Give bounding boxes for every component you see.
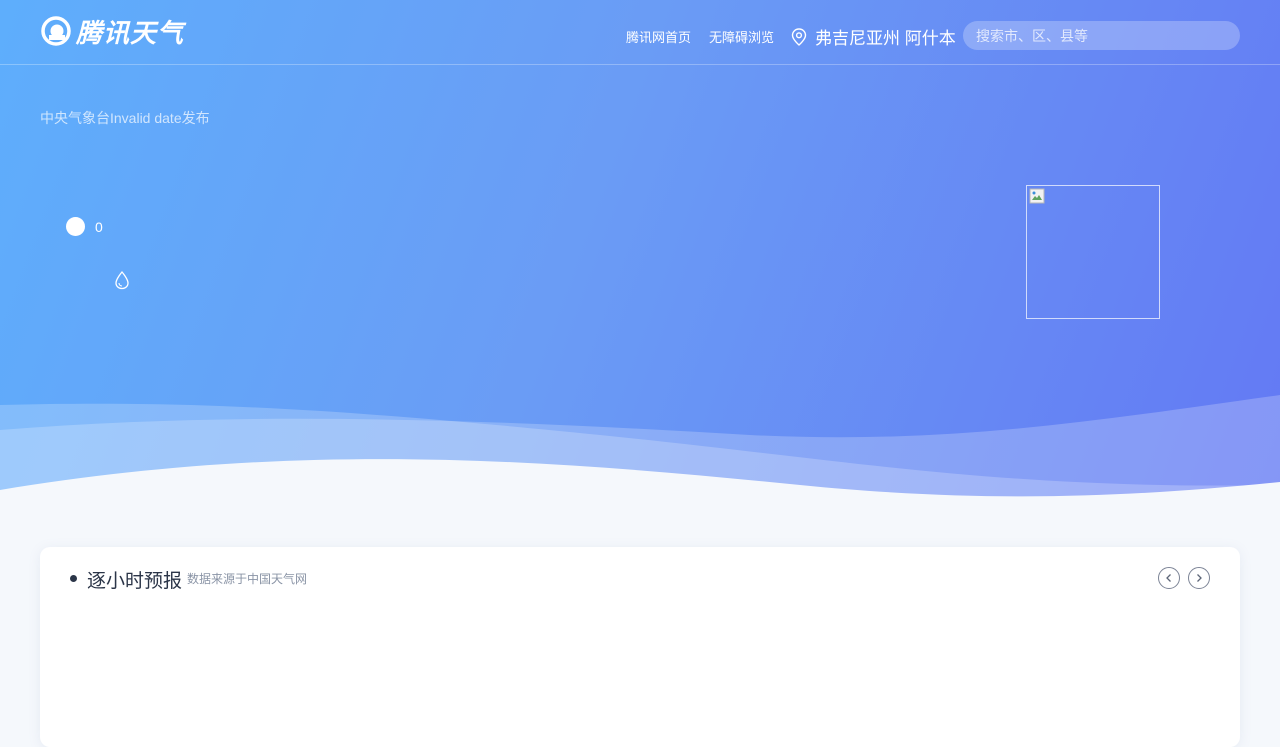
city-search-input[interactable] [963, 21, 1240, 50]
location-name: 弗吉尼亚州 阿什本 [815, 29, 956, 48]
section-bullet [70, 575, 77, 582]
scroll-left-button[interactable] [1158, 567, 1180, 589]
broken-image-icon [1029, 188, 1045, 204]
nav-link-tencent-home[interactable]: 腾讯网首页 [626, 27, 691, 46]
location-selector[interactable]: 弗吉尼亚州 阿什本 [791, 24, 956, 49]
chevron-right-icon [1197, 574, 1202, 582]
current-temperature: 0 [95, 218, 103, 235]
nav-link-accessibility[interactable]: 无障碍浏览 [709, 27, 774, 46]
publish-info: 中央气象台Invalid date发布 [40, 110, 210, 126]
hourly-forecast-title: 逐小时预报 [87, 571, 183, 592]
current-temperature-row: 0 [66, 217, 103, 236]
scroll-right-button[interactable] [1188, 567, 1210, 589]
weather-condition-image [1026, 185, 1160, 319]
chevron-left-icon [1166, 574, 1171, 582]
logo-icon [41, 16, 71, 46]
decorative-waves [0, 395, 1280, 510]
water-drop-icon [115, 271, 129, 290]
top-navigation-bar: 腾讯天气 腾讯网首页 无障碍浏览 弗吉尼亚州 阿什本 [0, 0, 1280, 65]
data-source-note: 数据来源于中国天气网 [187, 572, 308, 586]
logo[interactable]: 腾讯天气 [40, 14, 184, 48]
sun-dot-icon [66, 217, 85, 236]
hero-banner: 腾讯天气 腾讯网首页 无障碍浏览 弗吉尼亚州 阿什本 中央气象台Invalid … [0, 0, 1280, 510]
hourly-forecast-card: 逐小时预报 数据来源于中国天气网 [40, 547, 1240, 747]
logo-text: 腾讯天气 [76, 17, 185, 48]
location-pin-icon [791, 27, 807, 46]
